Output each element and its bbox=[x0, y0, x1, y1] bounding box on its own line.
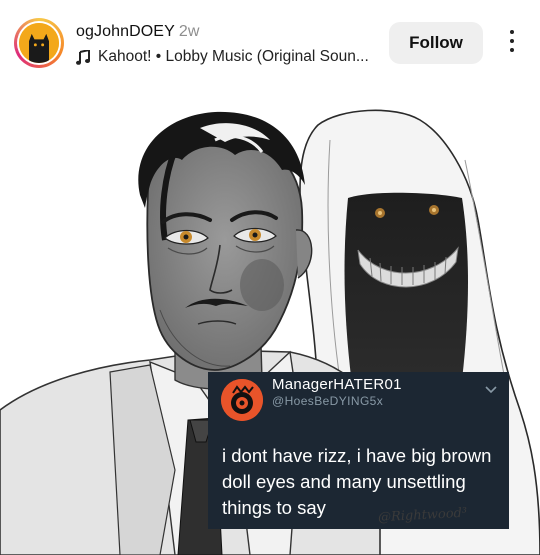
tweet-display-name[interactable]: ManagerHATER01 bbox=[272, 376, 402, 393]
post-time: 2w bbox=[178, 23, 200, 40]
post-header: ogJohnDOEY 2w Kahoot! • Lobby Music (Orig… bbox=[0, 0, 540, 80]
tweet-avatar[interactable] bbox=[221, 379, 263, 421]
profile-avatar[interactable] bbox=[14, 18, 64, 68]
chevron-down-icon[interactable] bbox=[485, 382, 497, 394]
follow-button[interactable]: Follow bbox=[389, 22, 483, 64]
music-note-icon bbox=[76, 49, 90, 65]
music-title: Kahoot! • Lobby Music (Original Soun... bbox=[98, 48, 369, 65]
tweet-handle[interactable]: @HoesBeDYING5x bbox=[272, 394, 383, 408]
username-row: ogJohnDOEY 2w bbox=[76, 23, 200, 41]
more-vertical-icon[interactable] bbox=[502, 30, 522, 58]
username[interactable]: ogJohnDOEY bbox=[76, 23, 175, 40]
music-row[interactable]: Kahoot! • Lobby Music (Original Soun... bbox=[76, 48, 369, 66]
